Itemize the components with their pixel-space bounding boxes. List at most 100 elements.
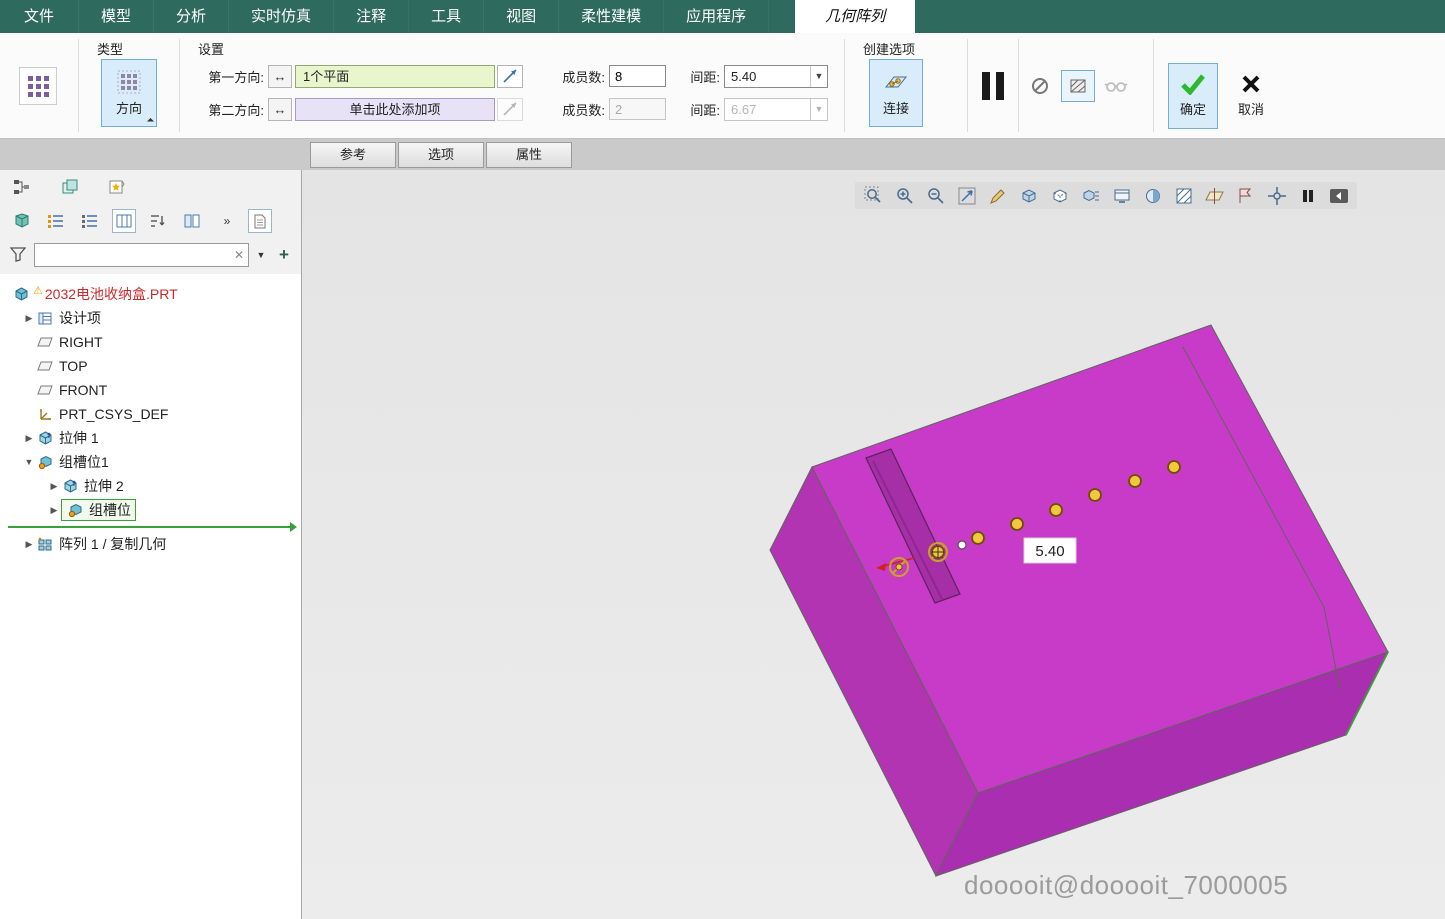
spacing2-label: 间距: [678, 100, 720, 119]
view-manager-icon[interactable] [1106, 183, 1137, 208]
expander-icon[interactable]: ▶ [22, 433, 36, 444]
filter-dropdown-icon[interactable]: ▼ [253, 250, 269, 260]
expander-icon[interactable]: ▶ [47, 481, 61, 492]
saved-views-icon[interactable] [1075, 183, 1106, 208]
expander-icon[interactable]: ▶ [47, 505, 61, 516]
menu-live-simulation[interactable]: 实时仿真 [229, 0, 334, 33]
menu-analysis[interactable]: 分析 [154, 0, 229, 33]
columns-settings-icon[interactable] [180, 209, 204, 233]
tab-properties[interactable]: 属性 [486, 142, 572, 168]
tree-item-design-items[interactable]: ▶ 设计项 [0, 306, 301, 330]
dimension-label[interactable]: 5.40 [1024, 538, 1076, 563]
direction2-toggle-icon[interactable]: ↔ [268, 98, 292, 121]
spacing-drag-handle[interactable] [958, 541, 966, 549]
model-tree-icon[interactable] [10, 175, 34, 199]
show-items-icon[interactable] [10, 209, 34, 233]
tree-item-root[interactable]: ⚠ 2032电池收纳盒.PRT [0, 282, 301, 306]
tree-item-label: PRT_CSYS_DEF [59, 406, 168, 422]
collapse-toolbar-icon[interactable] [1323, 183, 1354, 208]
expander-icon[interactable]: ▶ [22, 539, 36, 550]
clear-filter-icon[interactable]: ✕ [230, 248, 248, 262]
members1-input[interactable] [609, 65, 666, 87]
flip-direction2-icon [497, 98, 523, 121]
menu-tools[interactable]: 工具 [409, 0, 484, 33]
group-icon [66, 502, 84, 518]
detail-view-icon[interactable] [78, 209, 102, 233]
zoom-out-icon[interactable] [920, 183, 951, 208]
chevron-down-icon [147, 118, 154, 125]
connect-toggle-button[interactable]: 连接 [869, 59, 923, 127]
no-preview-icon[interactable] [1023, 70, 1057, 102]
tree-item-csys[interactable]: PRT_CSYS_DEF [0, 402, 301, 426]
model-tree: ⚠ 2032电池收纳盒.PRT ▶ 设计项 [0, 274, 301, 919]
tab-geometry-pattern[interactable]: 几何阵列 [795, 0, 915, 33]
spin-center-icon[interactable] [1261, 183, 1292, 208]
annotation-display-icon[interactable] [1230, 183, 1261, 208]
zoom-box-icon[interactable] [858, 183, 889, 208]
pause-feature-button[interactable] [970, 64, 1016, 108]
datum-display-icon[interactable] [1199, 183, 1230, 208]
part-icon [12, 286, 30, 302]
tree-item-front-plane[interactable]: FRONT [0, 378, 301, 402]
feature-preview-icon[interactable] [1061, 70, 1095, 102]
tree-item-label: RIGHT [59, 334, 103, 350]
ok-button[interactable]: 确定 [1168, 63, 1218, 129]
chevron-down-icon[interactable]: ▼ [810, 66, 827, 87]
tab-options[interactable]: 选项 [398, 142, 484, 168]
column-display-icon[interactable] [112, 209, 136, 233]
second-direction-collector[interactable]: 单击此处添加项 [295, 98, 495, 121]
chevron-down-icon: ▼ [810, 99, 827, 120]
display-style-icon[interactable] [1013, 183, 1044, 208]
menu-model[interactable]: 模型 [79, 0, 154, 33]
spacing1-value: 5.40 [725, 69, 810, 84]
layer-tree-icon[interactable] [58, 175, 82, 199]
zoom-in-icon[interactable] [889, 183, 920, 208]
tree-item-group1[interactable]: ▼ 组槽位1 [0, 450, 301, 474]
tab-references[interactable]: 参考 [310, 142, 396, 168]
hidden-line-icon[interactable] [1044, 183, 1075, 208]
direction-type-button[interactable]: 方向 [101, 59, 157, 127]
tree-item-extrude2[interactable]: ▶ 拉伸 2 [0, 474, 301, 498]
add-filter-icon[interactable]: + [273, 245, 295, 265]
group-creation-options: 创建选项 连接 [847, 33, 965, 138]
first-direction-collector[interactable]: 1个平面 [295, 65, 495, 88]
graphics-viewport[interactable]: 5.40 dooooit@dooooit_7000005 [302, 170, 1445, 919]
more-chevrons-icon[interactable]: » [214, 209, 238, 233]
pattern-anchor-2[interactable] [929, 543, 947, 561]
extrude-icon [61, 478, 79, 494]
repaint-icon[interactable] [982, 183, 1013, 208]
appearance-icon[interactable] [1137, 183, 1168, 208]
direction1-toggle-icon[interactable]: ↔ [268, 65, 292, 88]
flip-direction1-icon[interactable] [497, 65, 523, 88]
tree-filter-input[interactable] [35, 245, 230, 265]
tree-settings-doc-icon[interactable] [248, 209, 272, 233]
cancel-label: 取消 [1238, 99, 1264, 118]
render-style-icon[interactable] [1168, 183, 1199, 208]
pause-icon[interactable] [1292, 183, 1323, 208]
tree-item-top-plane[interactable]: TOP [0, 354, 301, 378]
favorites-icon[interactable] [106, 175, 130, 199]
sort-icon[interactable] [146, 209, 170, 233]
expander-icon[interactable]: ▼ [22, 457, 36, 467]
refit-icon[interactable] [951, 183, 982, 208]
spacing1-combo[interactable]: 5.40 ▼ [724, 65, 828, 88]
tree-item-group-slot[interactable]: ▶ 组槽位 [0, 498, 301, 522]
group-creation-label: 创建选项 [863, 39, 915, 58]
menu-view[interactable]: 视图 [484, 0, 559, 33]
model-canvas[interactable]: 5.40 [302, 170, 1445, 919]
spacing2-value: 6.67 [725, 102, 810, 117]
menu-annotate[interactable]: 注释 [334, 0, 409, 33]
filter-funnel-icon[interactable] [6, 243, 30, 267]
tree-item-right-plane[interactable]: RIGHT [0, 330, 301, 354]
cancel-button[interactable]: 取消 [1226, 63, 1276, 129]
menu-file[interactable]: 文件 [0, 0, 79, 33]
expander-icon[interactable]: ▶ [22, 313, 36, 324]
list-view-icon[interactable] [44, 209, 68, 233]
datum-plane-icon [36, 382, 54, 398]
tree-item-pattern1[interactable]: ▶ 阵列 1 / 复制几何 [0, 532, 301, 556]
tree-item-extrude1[interactable]: ▶ 拉伸 1 [0, 426, 301, 450]
menu-applications[interactable]: 应用程序 [664, 0, 769, 33]
group-type-label: 类型 [97, 39, 123, 58]
menu-flexible-modeling[interactable]: 柔性建模 [559, 0, 664, 33]
insertion-locator[interactable] [8, 526, 295, 528]
